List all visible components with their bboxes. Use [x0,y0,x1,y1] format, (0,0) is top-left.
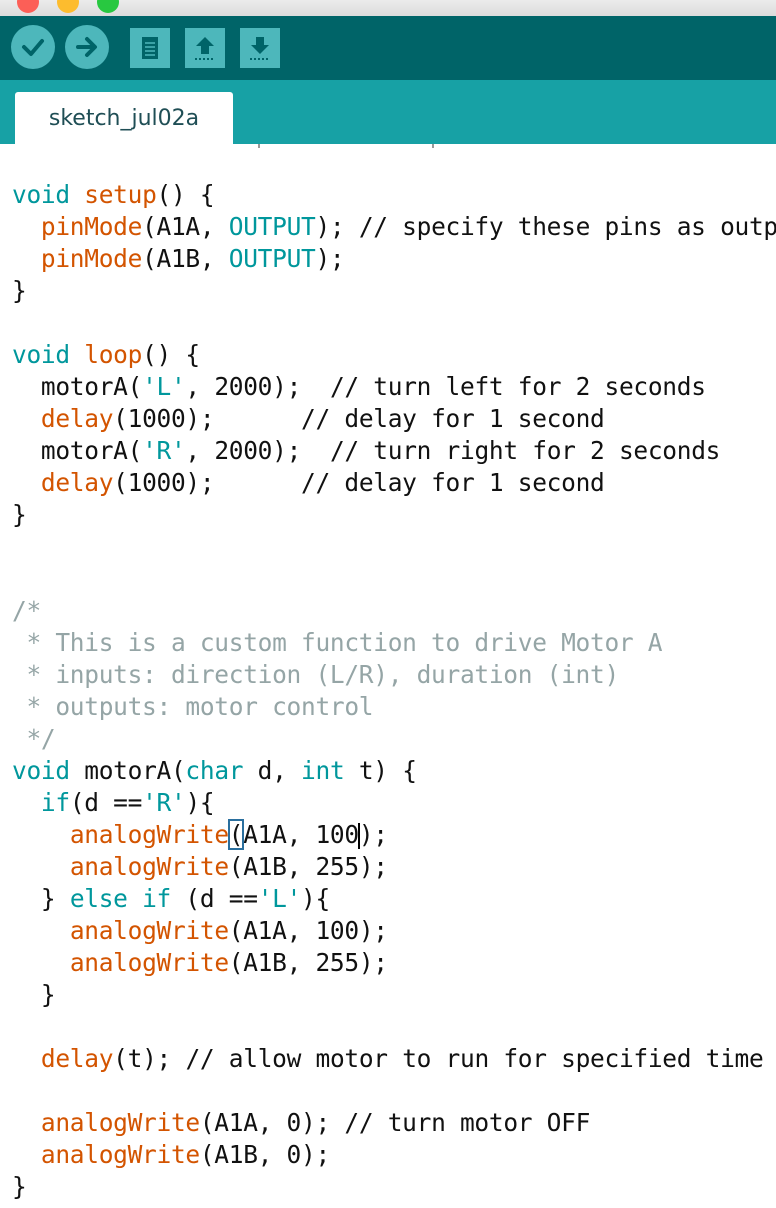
document-icon [142,37,158,59]
save-sketch-button[interactable] [240,28,280,68]
down-arrow-icon [250,37,270,60]
new-sketch-button[interactable] [130,28,170,68]
code-line: analogWrite(A1A, 100); [69,819,388,850]
code-line: } [12,500,27,529]
toolbar [0,16,776,80]
cropped-line-fragment [258,144,260,148]
minimize-window-button[interactable] [57,0,79,13]
checkmark-icon [22,39,44,56]
code-line: motorA('L', 2000); // turn left for 2 se… [12,372,706,401]
right-arrow-icon [76,37,97,57]
code-line: analogWrite(A1A, 100); [69,916,388,945]
code-line: pinMode(A1B, OUTPUT); [40,244,345,273]
code-line: } [12,276,27,305]
upload-button[interactable] [65,25,109,69]
window-title-bar [0,0,776,16]
close-window-button[interactable] [17,0,39,13]
matched-bracket-highlight: ( [227,819,245,850]
code-line: motorA('R', 2000); // turn right for 2 s… [12,436,721,465]
code-editor[interactable]: void setup() { pinMode(A1A, OUTPUT); // … [0,144,776,1208]
code-line: delay(1000); // delay for 1 second [40,468,605,497]
code-line: analogWrite(A1B, 255); [69,948,388,977]
zoom-window-button[interactable] [97,0,119,13]
comment-line: * This is a custom function to drive Mot… [12,628,663,657]
comment-line: * inputs: direction (L/R), duration (int… [12,660,619,689]
code-line: delay(1000); // delay for 1 second [40,404,605,433]
code-line: delay(t); // allow motor to run for spec… [40,1044,764,1073]
comment-line: */ [12,724,56,753]
cropped-line-fragment [432,144,434,148]
code-line: } else if (d =='L'){ [12,884,330,913]
code-line: } [12,1172,27,1201]
code-line: void loop() { [12,340,200,369]
code-line: analogWrite(A1B, 0); [40,1140,330,1169]
code-line: void setup() { [12,180,215,209]
up-arrow-icon [195,37,215,60]
code-line: if(d =='R'){ [40,788,215,817]
verify-button[interactable] [11,25,55,69]
tab-bar: sketch_jul02a [0,80,776,144]
tab-sketch[interactable]: sketch_jul02a [15,92,233,144]
comment-line: /* [12,596,41,625]
code-line: analogWrite(A1B, 255); [69,852,388,881]
comment-line: * outputs: motor control [12,692,374,721]
code-line: pinMode(A1A, OUTPUT); // specify these p… [40,212,776,241]
code-line: void motorA(char d, int t) { [12,756,417,785]
code-line: } [12,980,56,1009]
code-line: analogWrite(A1A, 0); // turn motor OFF [40,1108,591,1137]
open-sketch-button[interactable] [185,28,225,68]
